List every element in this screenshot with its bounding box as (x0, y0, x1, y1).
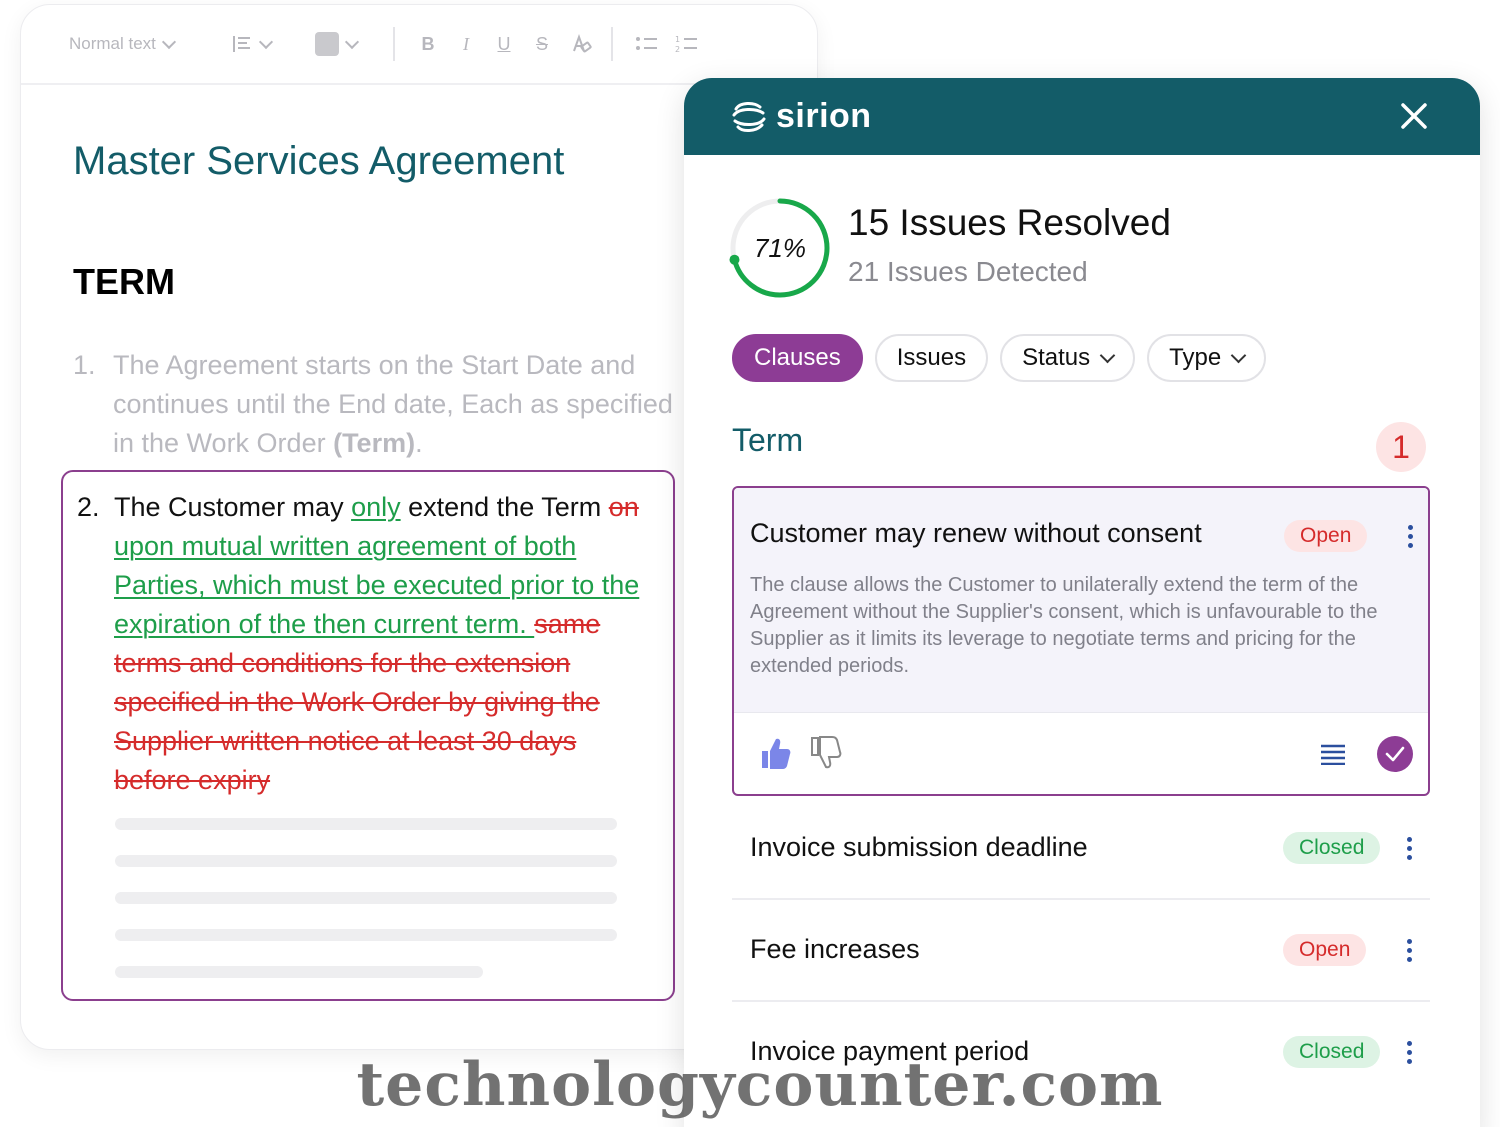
sirion-logo-icon (732, 101, 766, 132)
filter-label: Clauses (754, 344, 841, 371)
clause-number: 2. (77, 492, 100, 522)
issues-detected: 21 Issues Detected (848, 256, 1088, 287)
numbered-list-icon[interactable]: 12 (675, 33, 699, 55)
deleted-text: on (608, 492, 639, 522)
clause-text: The Customer may only extend the Term on… (114, 488, 657, 800)
clause-1-bold: (Term) (333, 428, 416, 458)
section-count-badge: 1 (1376, 422, 1426, 472)
clause-number: 1. (73, 350, 96, 380)
sirion-logo: sirion (730, 97, 872, 136)
more-options-icon[interactable] (1399, 934, 1419, 966)
more-options-icon[interactable] (1399, 832, 1419, 864)
bullet-list-icon[interactable] (635, 33, 659, 55)
issue-description: The clause allows the Customer to unilat… (750, 574, 1378, 677)
text-style-label: Normal text (69, 34, 156, 53)
filter-label: Status (1022, 344, 1091, 371)
progress-ring: 71% (728, 196, 832, 300)
filter-bar: Clauses Issues Status Type (732, 334, 1267, 382)
filter-status[interactable]: Status (1000, 334, 1136, 382)
clause-2-text: extend the Term (400, 492, 609, 522)
placeholder-line (115, 929, 617, 941)
clause-1-end: . (415, 428, 423, 458)
filter-type[interactable]: Type (1147, 334, 1267, 382)
filter-label: Type (1169, 344, 1222, 371)
issue-card-body: Customer may renew without consent Open … (734, 488, 1428, 712)
text-color-dropdown[interactable] (315, 32, 375, 56)
clause-text: The Agreement starts on the Start Date a… (113, 346, 673, 463)
issue-row[interactable]: Fee increases Open (732, 900, 1430, 1002)
thumbs-down-icon[interactable] (808, 735, 842, 771)
watermark-text: technologycounter.com (356, 1050, 1164, 1120)
close-icon[interactable] (1394, 96, 1434, 136)
chevron-down-icon (1230, 347, 1247, 364)
status-badge: Closed (1283, 832, 1381, 864)
text-style-dropdown[interactable]: Normal text (69, 34, 219, 54)
status-badge: Open (1283, 934, 1367, 966)
inserted-text: only (351, 492, 401, 522)
alignment-dropdown[interactable] (231, 33, 311, 55)
panel-header: sirion (684, 78, 1480, 155)
editor-toolbar: Normal text B I U S 12 (21, 5, 817, 85)
issue-title: Customer may renew without consent (750, 518, 1202, 548)
placeholder-line (115, 855, 617, 867)
placeholder-line (115, 818, 617, 830)
list-view-icon[interactable] (1320, 743, 1346, 765)
align-left-icon (233, 36, 250, 52)
issue-title: Fee increases (750, 934, 920, 964)
progress-percent: 71% (753, 232, 807, 263)
issue-card-actions (734, 712, 1428, 794)
clause-1: 1. The Agreement starts on the Start Dat… (73, 346, 673, 463)
svg-text:2: 2 (675, 45, 680, 54)
section-heading: TERM (73, 261, 175, 302)
chevron-down-icon (258, 34, 274, 49)
issue-card-expanded[interactable]: Customer may renew without consent Open … (732, 486, 1430, 796)
section-title: Term (732, 422, 804, 458)
brand-name: sirion (776, 97, 872, 135)
format-buttons: B I U S (417, 32, 593, 56)
svg-text:1: 1 (675, 35, 680, 44)
strikethrough-button[interactable]: S (531, 34, 553, 55)
more-options-icon[interactable] (1400, 520, 1420, 552)
issue-row[interactable]: Invoice submission deadline Closed (732, 798, 1430, 900)
status-badge: Open (1284, 520, 1368, 552)
placeholder-line (115, 966, 483, 978)
filter-issues[interactable]: Issues (874, 334, 989, 382)
sirion-panel: sirion 71% 15 Issues Resolved 21 Issues … (684, 78, 1480, 1127)
list-buttons: 12 (635, 33, 699, 55)
document-title: Master Services Agreement (73, 139, 565, 183)
chevron-down-icon (161, 34, 176, 49)
clause-2-text: The Customer may (114, 492, 352, 522)
toolbar-divider (393, 27, 395, 61)
chevron-down-icon (1099, 347, 1116, 364)
filter-label: Issues (896, 344, 967, 371)
color-swatch (315, 32, 339, 56)
placeholder-line (115, 892, 617, 904)
filter-clauses[interactable]: Clauses (732, 334, 863, 382)
clause-2: 2. The Customer may only extend the Term… (77, 488, 657, 800)
bold-button[interactable]: B (417, 34, 439, 55)
italic-button[interactable]: I (455, 34, 477, 55)
underline-button[interactable]: U (493, 34, 515, 55)
highlighted-clause-box[interactable]: 2. The Customer may only extend the Term… (61, 470, 675, 1001)
toolbar-divider (611, 27, 613, 61)
issue-title: Invoice submission deadline (750, 832, 1088, 862)
chevron-down-icon (344, 34, 360, 49)
resolve-check-icon[interactable] (1376, 735, 1414, 773)
issues-resolved: 15 Issues Resolved (848, 202, 1171, 243)
clear-format-icon[interactable] (569, 32, 593, 56)
thumbs-up-icon[interactable] (758, 735, 792, 771)
